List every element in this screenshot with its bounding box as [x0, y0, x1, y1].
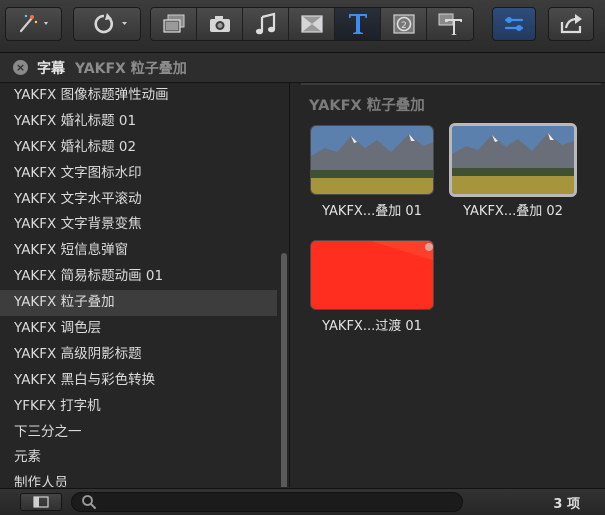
transition-icon	[300, 15, 323, 33]
titles-sidebar: YAKFX 图像标题弹性动画 YAKFX 婚礼标题 01 YAKFX 婚礼标题 02…	[0, 83, 290, 487]
themes-tab[interactable]	[427, 8, 473, 40]
sidebar-scrollbar[interactable]	[281, 253, 287, 487]
sidebar-item[interactable]: YAKFX 文字水平滚动	[0, 187, 289, 213]
thumbnail-label: YAKFX...叠加 02	[463, 204, 563, 219]
browser-header: × 字幕 YAKFX 粒子叠加	[0, 53, 605, 83]
red-transition-preview-icon	[311, 241, 433, 309]
sidebar-item[interactable]: YAKFX 黑白与彩色转换	[0, 368, 289, 394]
category-label: 字幕	[37, 60, 65, 77]
thumbnail-label: YAKFX...叠加 01	[322, 204, 422, 219]
bottom-bar: 3 项	[0, 488, 605, 515]
sidebar-item[interactable]: YAKFX 图像标题弹性动画	[0, 83, 289, 109]
sidebar-item[interactable]: YFKFX 打字机	[0, 394, 289, 420]
magic-wand-menu-button[interactable]	[5, 7, 62, 41]
mountain-landscape-icon	[311, 126, 433, 194]
sidebar-item[interactable]: YAKFX 简易标题动画 01	[0, 264, 289, 290]
sliders-icon	[504, 17, 524, 31]
thumbnail-item[interactable]	[310, 125, 434, 195]
film-stack-icon	[162, 14, 184, 33]
item-count: 3 项	[553, 497, 580, 512]
content-divider	[301, 83, 601, 85]
generators-tab[interactable]: 2	[381, 8, 427, 40]
retime-icon	[94, 13, 127, 34]
mountain-landscape-icon	[452, 126, 574, 194]
browser-segment-control: 2	[150, 7, 474, 41]
magic-wand-icon	[19, 14, 48, 33]
retime-menu-button[interactable]	[73, 7, 141, 41]
sidebar-item[interactable]: 元素	[0, 445, 289, 471]
sidebar-item[interactable]: YAKFX 文字背景变焦	[0, 212, 289, 238]
titles-tab[interactable]	[335, 8, 381, 40]
thumbnail-item[interactable]	[310, 240, 434, 310]
thumbnail-item[interactable]	[449, 123, 577, 197]
sidebar-item[interactable]: YAKFX 调色层	[0, 316, 289, 342]
video-clips-tab[interactable]	[151, 8, 197, 40]
generator-icon: 2	[392, 14, 415, 34]
theme-icon	[438, 13, 462, 35]
toolbar: 2	[0, 0, 605, 53]
title-t-icon	[348, 14, 367, 34]
content-area: YAKFX 粒子叠加 YAKFX...叠加 01 YAKFX...叠加 02 Y…	[290, 83, 605, 487]
sidebar-panel-icon	[33, 496, 49, 508]
sidebar-item[interactable]: YAKFX 婚礼标题 02	[0, 135, 289, 161]
music-note-icon	[255, 12, 275, 35]
search-icon	[82, 495, 96, 509]
close-icon[interactable]: ×	[13, 60, 28, 75]
inspector-toggle-button[interactable]	[492, 7, 536, 41]
sidebar-item[interactable]: YAKFX 粒子叠加	[0, 290, 277, 317]
sidebar-item[interactable]: 制作人员	[0, 471, 289, 487]
transitions-tab[interactable]	[289, 8, 335, 40]
sidebar-item[interactable]: YAKFX 文字图标水印	[0, 161, 289, 187]
music-tab[interactable]	[243, 8, 289, 40]
search-input[interactable]	[71, 492, 463, 512]
thumbnail-label: YAKFX...过渡 01	[322, 319, 422, 334]
photos-tab[interactable]	[197, 8, 243, 40]
sidebar-item[interactable]: 下三分之一	[0, 420, 289, 446]
titles-list: YAKFX 图像标题弹性动画 YAKFX 婚礼标题 01 YAKFX 婚礼标题 02…	[0, 83, 289, 487]
camera-icon	[209, 16, 230, 32]
sidebar-toggle-button[interactable]	[20, 493, 62, 511]
sidebar-item[interactable]: YAKFX 高级阴影标题	[0, 342, 289, 368]
svg-text:2: 2	[401, 21, 407, 31]
content-section-title: YAKFX 粒子叠加	[309, 98, 425, 114]
sidebar-item[interactable]: YAKFX 婚礼标题 01	[0, 109, 289, 135]
selected-item-label: YAKFX 粒子叠加	[75, 60, 187, 77]
share-icon	[560, 14, 582, 34]
share-button[interactable]	[548, 7, 594, 41]
sidebar-item[interactable]: YAKFX 短信息弹窗	[0, 238, 289, 264]
